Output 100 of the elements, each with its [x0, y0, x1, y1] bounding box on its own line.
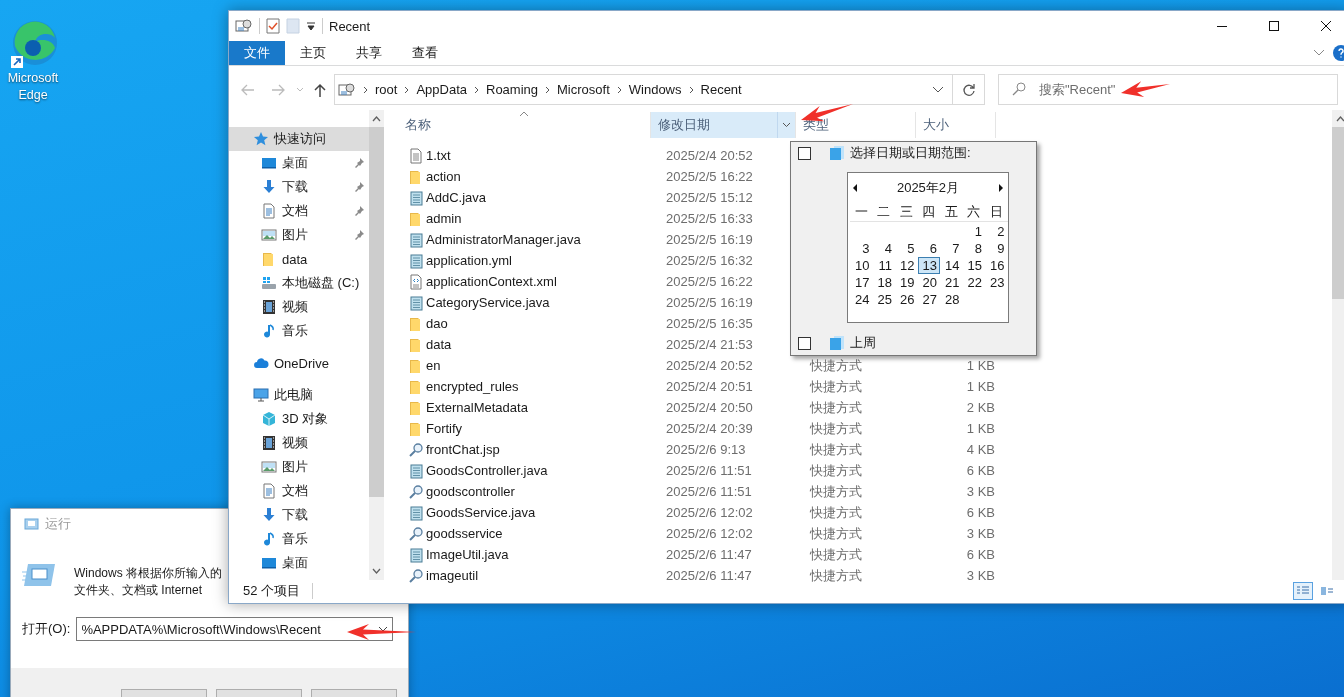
calendar-day[interactable]: 7	[940, 240, 963, 257]
file-name[interactable]: admin	[398, 210, 658, 227]
pin-icon[interactable]	[353, 205, 365, 217]
file-name[interactable]: AddC.java	[398, 189, 658, 206]
calendar-day[interactable]: 21	[940, 274, 963, 291]
file-name[interactable]: en	[398, 357, 658, 374]
breadcrumb-item[interactable]: Roaming	[486, 82, 539, 97]
breadcrumb-item[interactable]: Microsoft	[557, 82, 610, 97]
checkbox[interactable]	[798, 336, 811, 350]
chevron-right-icon[interactable]	[404, 85, 410, 94]
calendar-day[interactable]: 20	[917, 274, 940, 291]
caret-icon[interactable]	[306, 21, 316, 31]
file-name[interactable]: ImageUtil.java	[398, 546, 658, 563]
chevron-right-icon[interactable]	[474, 85, 479, 94]
file-name[interactable]: dao	[398, 315, 658, 332]
calendar-day[interactable]: 5	[895, 240, 918, 257]
file-name[interactable]: frontChat.jsp	[398, 441, 658, 458]
nav-item[interactable]: 图片	[229, 223, 369, 247]
nav-item[interactable]: 视频	[229, 431, 369, 455]
file-name[interactable]: goodscontroller	[398, 483, 658, 500]
calendar-day[interactable]: 23	[985, 274, 1008, 291]
scrollbar[interactable]	[369, 110, 384, 580]
nav-item[interactable]: 桌面	[229, 151, 369, 175]
chevron-right-icon[interactable]	[616, 85, 622, 94]
calendar-day[interactable]: 9	[985, 240, 1008, 257]
file-name[interactable]: ExternalMetadata	[398, 399, 658, 416]
calendar-day[interactable]: 1	[962, 223, 985, 240]
chevron-down-icon[interactable]	[1313, 49, 1325, 57]
address-bar[interactable]: root AppData Roaming Microsoft Windows Recent	[334, 74, 953, 105]
calendar-day[interactable]: 17	[850, 274, 873, 291]
open-combo-box[interactable]: %APPDATA%\Microsoft\Windows\Recent	[76, 617, 394, 641]
nav-item[interactable]: 视频	[229, 295, 369, 319]
close-icon[interactable]	[1321, 21, 1331, 31]
pin-icon[interactable]	[353, 229, 365, 241]
calendar-day[interactable]: 8	[962, 240, 985, 257]
calendar-day[interactable]: 15	[962, 257, 985, 274]
breadcrumb-item[interactable]: Windows	[628, 82, 682, 97]
file-name[interactable]: CategoryService.java	[398, 294, 658, 311]
file-name[interactable]: applicationContext.xml	[398, 273, 658, 290]
nav-item[interactable]: 本地磁盘 (C:)	[229, 271, 369, 295]
calendar-day[interactable]: 16	[985, 257, 1008, 274]
calendar-day[interactable]: 25	[872, 291, 895, 308]
breadcrumb-item[interactable]: root	[375, 82, 398, 97]
search-field[interactable]: 搜索"Recent"	[998, 74, 1338, 105]
calendar-day[interactable]: 24	[850, 291, 873, 308]
breadcrumb-item[interactable]: Recent	[700, 82, 742, 97]
nav-item[interactable]: 下载	[229, 503, 369, 527]
refresh-button[interactable]	[953, 74, 985, 105]
next-month-icon[interactable]	[998, 183, 1003, 192]
file-name[interactable]: 1.txt	[398, 147, 658, 164]
file-name[interactable]: goodsservice	[398, 525, 658, 542]
nav-item[interactable]: 文档	[229, 479, 369, 503]
calendar-day[interactable]: 3	[850, 240, 873, 257]
properties-icon[interactable]	[235, 18, 253, 34]
ribbon-tab[interactable]: 主页	[285, 41, 341, 65]
file-name[interactable]: GoodsService.java	[398, 504, 658, 521]
calendar-day[interactable]: 4	[872, 240, 895, 257]
calendar-day[interactable]: 2	[985, 223, 1008, 240]
nav-item[interactable]: 音乐	[229, 319, 369, 343]
calendar-day[interactable]: 26	[895, 291, 918, 308]
nav-item[interactable]: 文档	[229, 199, 369, 223]
file-name[interactable]: AdministratorManager.java	[398, 231, 658, 248]
previous-month-icon[interactable]	[853, 183, 858, 192]
nav-item[interactable]: data	[229, 247, 369, 271]
nav-item[interactable]: 桌面	[229, 551, 369, 575]
column-header[interactable]: 修改日期	[651, 112, 796, 138]
calendar-day[interactable]: 18	[872, 274, 895, 291]
pin-icon[interactable]	[353, 157, 365, 169]
file-name[interactable]: Fortify	[398, 420, 658, 437]
file-name[interactable]: action	[398, 168, 658, 185]
chevron-right-icon[interactable]	[363, 85, 368, 94]
file-name[interactable]: GoodsController.java	[398, 462, 658, 479]
calendar-day[interactable]: 19	[895, 274, 918, 291]
pin-icon[interactable]	[353, 181, 365, 193]
chevron-right-icon[interactable]	[545, 85, 551, 94]
maximize-icon[interactable]	[1269, 21, 1279, 31]
ribbon-tab[interactable]: 查看	[397, 41, 453, 65]
calendar-day[interactable]: 10	[850, 257, 873, 274]
calendar-day[interactable]: 14	[940, 257, 963, 274]
calendar-day[interactable]: 13	[917, 257, 940, 274]
nav-item[interactable]: 快速访问	[229, 127, 369, 151]
calendar-day[interactable]: 27	[917, 291, 940, 308]
nav-item[interactable]: 音乐	[229, 527, 369, 551]
minimize-icon[interactable]	[1217, 25, 1227, 27]
chevron-down-icon[interactable]	[782, 122, 791, 128]
file-name[interactable]: imageutil	[398, 567, 658, 584]
calendar-day[interactable]: 11	[872, 257, 895, 274]
ribbon-tab[interactable]: 共享	[341, 41, 397, 65]
file-name[interactable]: data	[398, 336, 658, 353]
column-header[interactable]: 大小	[916, 112, 996, 138]
ribbon-tab[interactable]: 文件	[229, 41, 285, 65]
scrollbar[interactable]	[1332, 110, 1344, 580]
calendar-day[interactable]: 6	[917, 240, 940, 257]
nav-item[interactable]: 下载	[229, 175, 369, 199]
checklist-icon[interactable]	[266, 18, 280, 34]
file-name[interactable]: application.yml	[398, 252, 658, 269]
checkbox[interactable]	[798, 146, 811, 160]
nav-item[interactable]: 3D 对象	[229, 407, 369, 431]
nav-item[interactable]: OneDrive	[229, 351, 369, 375]
up-arrow-icon[interactable]	[314, 82, 326, 97]
